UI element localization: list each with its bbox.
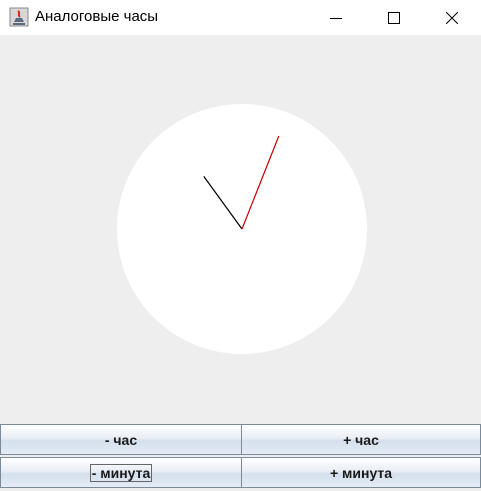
minute-plus-button[interactable]: + минута (241, 457, 481, 488)
title-bar[interactable]: Аналоговые часы (0, 0, 481, 35)
close-button[interactable] (429, 0, 475, 35)
close-icon (446, 11, 458, 24)
window-title: Аналоговые часы (35, 8, 159, 25)
hour-plus-label: + час (343, 431, 379, 448)
control-panel: - час + час - минута + минута (0, 424, 481, 491)
minimize-button[interactable] (313, 0, 359, 35)
java-cup-icon (9, 7, 29, 27)
hour-minus-button[interactable]: - час (0, 424, 242, 455)
minute-minus-label: - минута (89, 463, 153, 482)
clock-panel (0, 35, 481, 424)
hour-plus-button[interactable]: + час (241, 424, 481, 455)
minute-minus-button[interactable]: - минута (0, 457, 242, 488)
minute-plus-label: + минута (329, 464, 393, 481)
hour-minus-label: - час (104, 431, 138, 448)
minimize-icon (330, 17, 342, 19)
maximize-button[interactable] (371, 0, 417, 35)
maximize-icon (388, 11, 400, 24)
analog-clock (117, 104, 367, 354)
